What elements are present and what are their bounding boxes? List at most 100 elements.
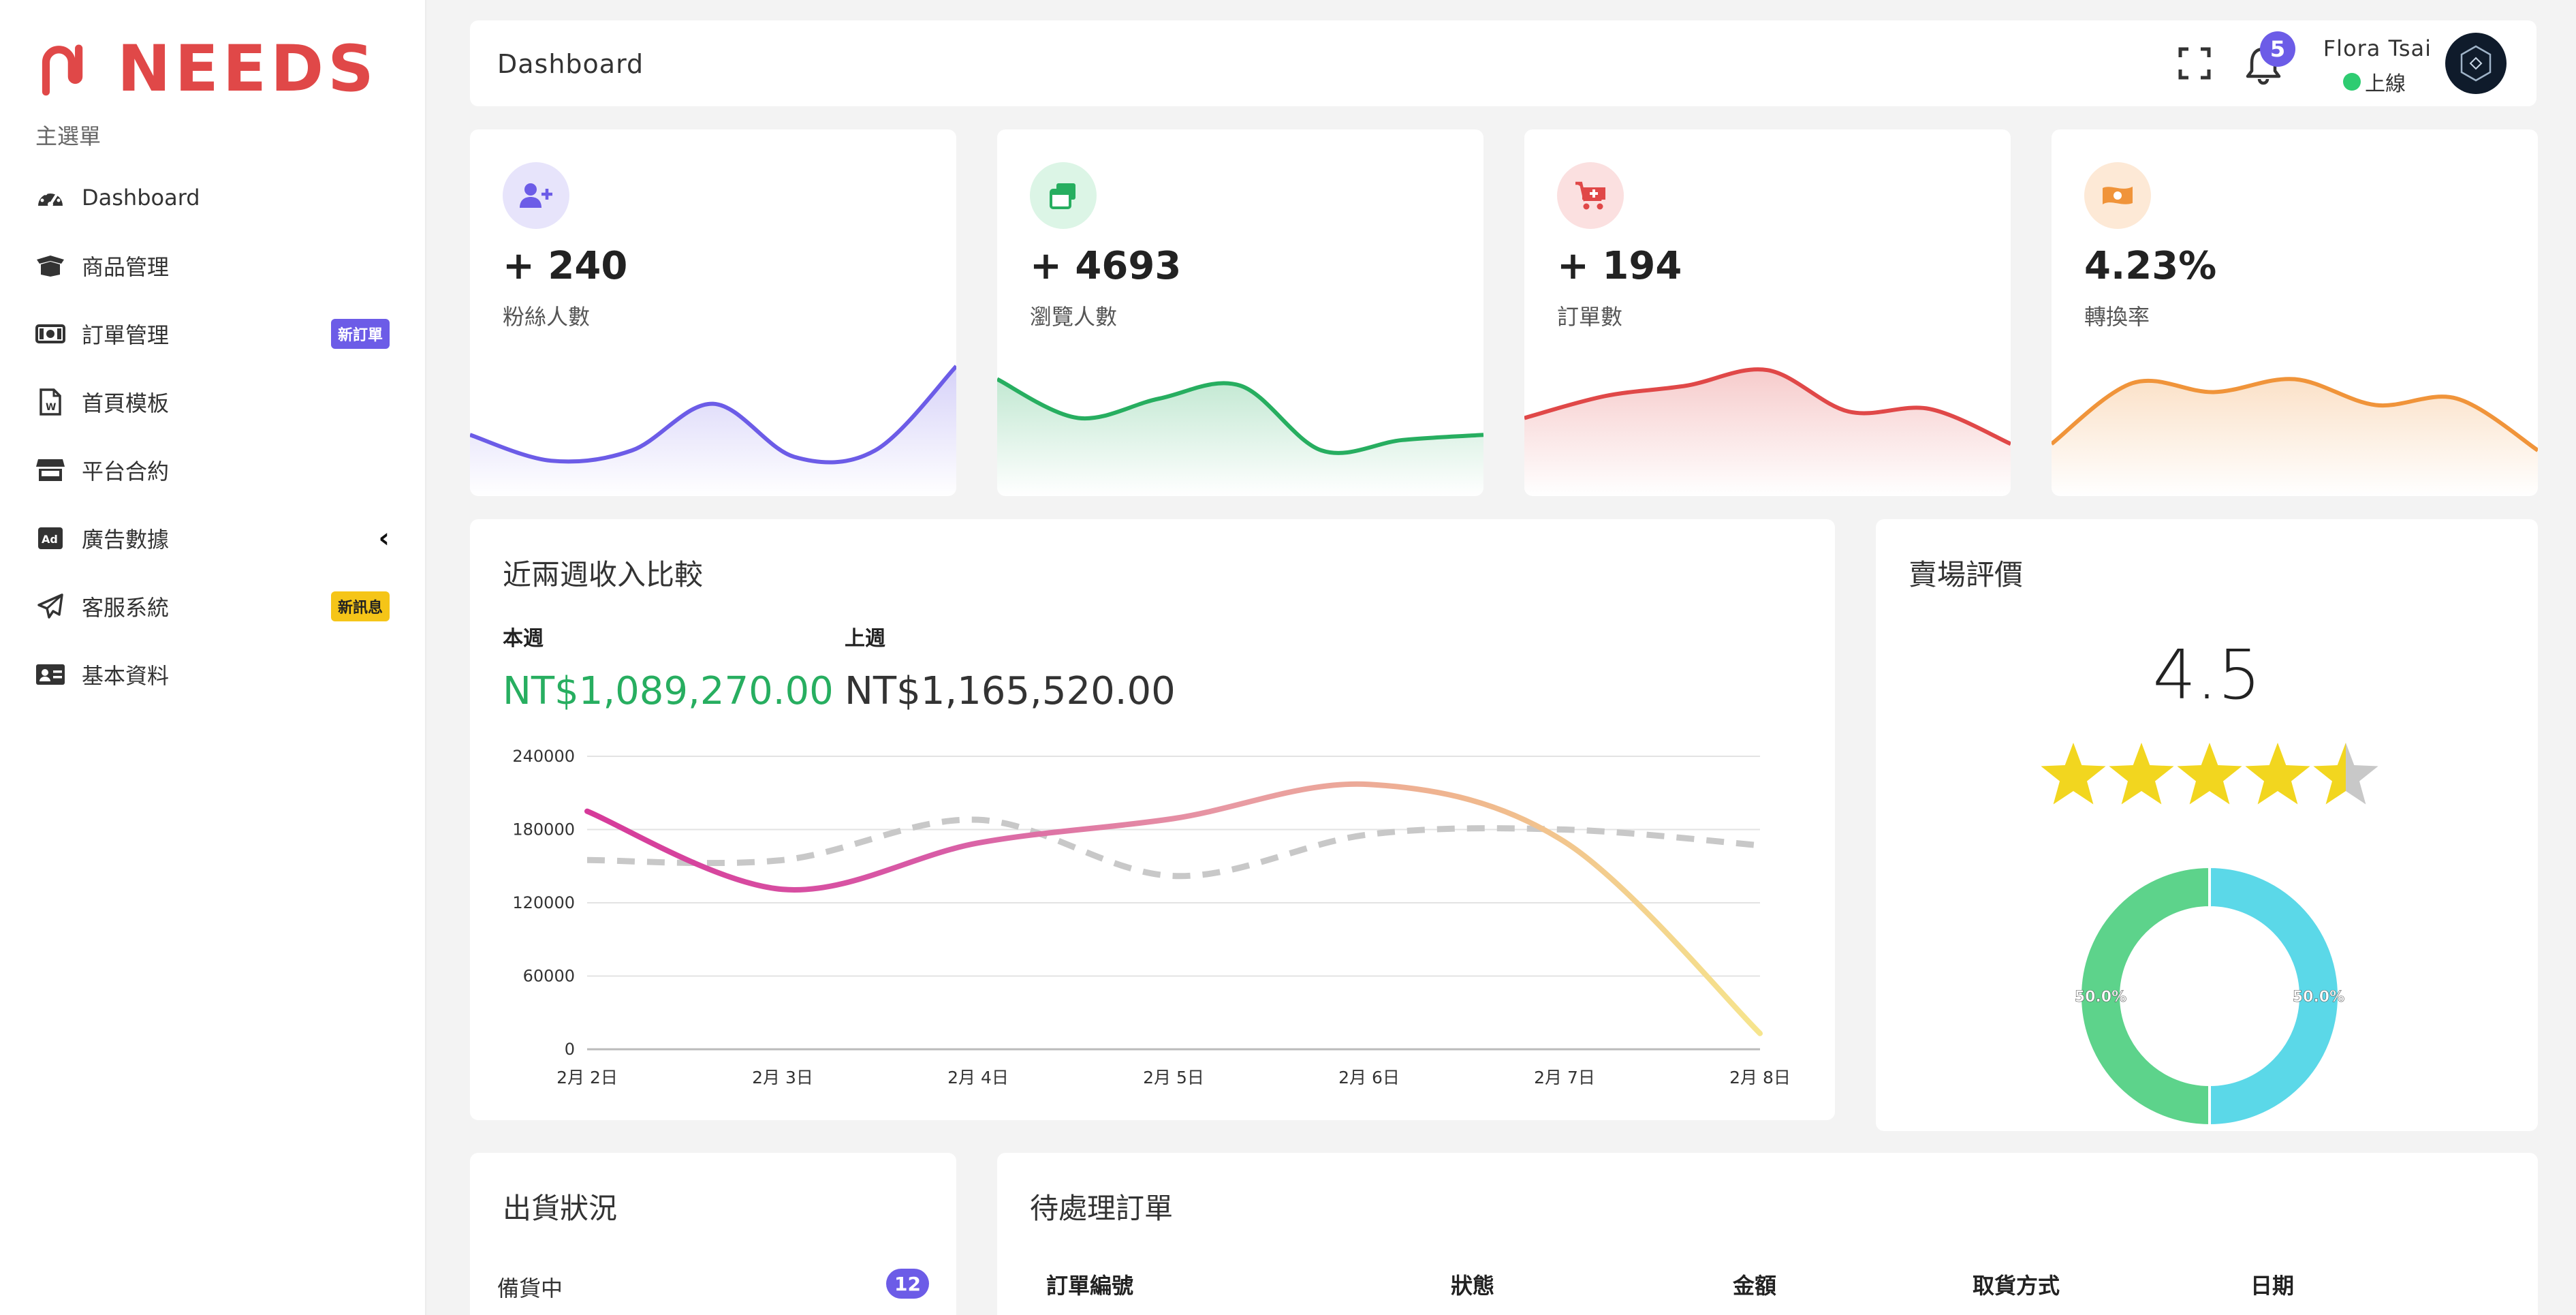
- rating-card: 賣場評價 4.5 50.0% 50.0%: [1876, 519, 2538, 1131]
- rating-value: 4.5: [2152, 635, 2261, 715]
- star-icon: [2177, 743, 2242, 805]
- x-tick-label: 2月 8日: [1729, 1068, 1791, 1087]
- user-name: Flora Tsai: [2323, 35, 2432, 61]
- sidebar-item-label: 商品管理: [82, 254, 170, 280]
- chevron-left-icon[interactable]: ‹: [379, 523, 390, 554]
- box-open-icon: [35, 251, 65, 281]
- stat-label: 訂單數: [1557, 304, 1623, 330]
- sparkline-area: [470, 366, 956, 496]
- online-status-dot: [2343, 73, 2361, 91]
- column-header[interactable]: 日期: [2250, 1269, 2294, 1300]
- user-status-text: 上線: [2365, 72, 2406, 96]
- sidebar-item-orders[interactable]: 訂單管理 新訂單: [35, 312, 390, 356]
- shipping-count-badge: 12: [886, 1269, 929, 1299]
- sidebar-item-profile[interactable]: 基本資料: [35, 653, 390, 696]
- stat-icon-circle: [503, 162, 569, 229]
- sidebar-item-dashboard[interactable]: Dashboard: [35, 176, 390, 219]
- rating-title: 賣場評價: [1909, 558, 2024, 591]
- stat-sparkline: [997, 377, 1483, 496]
- logo[interactable]: NEEDS: [35, 37, 378, 102]
- ad-icon: Ad: [35, 523, 65, 553]
- stat-value: + 240: [503, 244, 628, 288]
- stat-card-views: + 4693 瀏覽人數: [997, 129, 1483, 496]
- sidebar-item-label: 基本資料: [82, 663, 170, 689]
- sparkline-area: [2052, 379, 2538, 496]
- orders-title: 待處理訂單: [1030, 1192, 1174, 1225]
- stat-value: + 194: [1557, 244, 1682, 288]
- column-header[interactable]: 訂單編號: [1046, 1269, 1133, 1300]
- paper-plane-icon: [35, 591, 65, 621]
- x-tick-label: 2月 7日: [1534, 1068, 1595, 1087]
- gauge-icon: [35, 183, 65, 213]
- brand-logo-icon: [42, 44, 83, 96]
- shipping-status-label: 備貨中: [497, 1275, 563, 1301]
- pending-orders-card: 待處理訂單 訂單編號 狀態 金額 取貨方式 日期: [997, 1153, 2538, 1315]
- money-bill-wave-icon: [2103, 187, 2133, 204]
- stat-sparkline: [2052, 377, 2538, 496]
- y-tick-label: 120000: [512, 893, 575, 912]
- column-header[interactable]: 狀態: [1451, 1269, 1494, 1300]
- sidebar-item-products[interactable]: 商品管理: [35, 244, 390, 288]
- fullscreen-icon[interactable]: [2176, 45, 2213, 82]
- new-order-badge: 新訂單: [330, 319, 390, 349]
- stat-sparkline: [1524, 367, 2011, 496]
- sidebar-item-contracts[interactable]: 平台合約: [35, 448, 390, 492]
- shipping-status-card: 出貨狀況 備貨中 12: [470, 1153, 956, 1315]
- stat-sparkline: [470, 365, 956, 496]
- sidebar-item-label: 廣告數據: [82, 527, 170, 553]
- x-tick-label: 2月 6日: [1338, 1068, 1400, 1087]
- money-bill-icon: [35, 319, 65, 349]
- star-icon: [2313, 743, 2378, 805]
- donut-data-label: 50.0%: [2293, 989, 2344, 1006]
- stat-label: 瀏覽人數: [1030, 304, 1118, 330]
- avatar[interactable]: [2445, 33, 2507, 94]
- donut-data-label: 50.0%: [2075, 989, 2126, 1006]
- sidebar-item-label: Dashboard: [82, 185, 200, 211]
- revenue-comparison-card: 近兩週收入比較 本週 上週 NT$1,089,270.00 NT$1,165,5…: [470, 519, 1835, 1120]
- svg-text:W: W: [46, 402, 56, 413]
- revenue-line-chart: 0 60000 120000 180000 240000 2月 2日 2月 3日 2月 4日 2…: [512, 747, 1791, 1087]
- notification-count-badge: 5: [2260, 31, 2295, 67]
- stat-icon-circle: [1030, 162, 1097, 229]
- user-status: 上線: [2343, 67, 2406, 97]
- stat-label: 轉換率: [2084, 304, 2150, 330]
- stat-card-orders: + 194 訂單數: [1524, 129, 2011, 496]
- y-tick-label: 0: [565, 1040, 575, 1059]
- stat-label: 粉絲人數: [503, 304, 591, 330]
- x-tick-label: 2月 4日: [947, 1068, 1009, 1087]
- cart-plus-icon: [1575, 181, 1605, 210]
- stat-card-fans: + 240 粉絲人數: [470, 129, 956, 496]
- star-icon: [2109, 743, 2174, 805]
- avatar-logo-icon: [2460, 45, 2492, 82]
- column-header[interactable]: 金額: [1733, 1269, 1776, 1300]
- star-rating: [2041, 743, 2378, 805]
- sidebar-item-support[interactable]: 客服系統 新訊息: [35, 585, 390, 628]
- series-line-last-week: [586, 816, 1761, 880]
- svg-text:Ad: Ad: [42, 533, 58, 546]
- list-item[interactable]: 備貨中 12: [497, 1269, 929, 1303]
- stat-value: 4.23%: [2084, 244, 2217, 288]
- sidebar-item-label: 客服系統: [82, 595, 170, 621]
- menu-title: 主選單: [35, 123, 101, 149]
- y-tick-label: 180000: [512, 820, 575, 839]
- store-icon: [35, 455, 65, 485]
- page-title: Dashboard: [497, 49, 644, 79]
- stat-icon-circle: [1557, 162, 1624, 229]
- column-header[interactable]: 取貨方式: [1973, 1269, 2060, 1300]
- sidebar-item-templates[interactable]: W 首頁模板: [35, 380, 390, 424]
- user-plus-icon: [520, 183, 552, 208]
- star-icon: [2245, 743, 2310, 805]
- sidebar-item-ads[interactable]: Ad 廣告數據 ‹: [35, 516, 390, 560]
- sidebar-item-label: 平台合約: [82, 459, 170, 484]
- y-tick-label: 240000: [512, 747, 575, 766]
- top-header: Dashboard 5 Flora Tsai 上線: [470, 20, 2536, 106]
- y-tick-label: 60000: [523, 967, 575, 986]
- star-icon: [2041, 743, 2106, 805]
- shipping-title: 出貨狀況: [503, 1192, 618, 1225]
- rating-donut-chart: 50.0% 50.0%: [2075, 865, 2344, 1128]
- stat-icon-circle: [2084, 162, 2151, 229]
- new-message-badge: 新訊息: [330, 591, 390, 621]
- word-file-icon: W: [35, 387, 65, 417]
- x-tick-label: 2月 5日: [1143, 1068, 1204, 1087]
- id-card-icon: [35, 660, 65, 690]
